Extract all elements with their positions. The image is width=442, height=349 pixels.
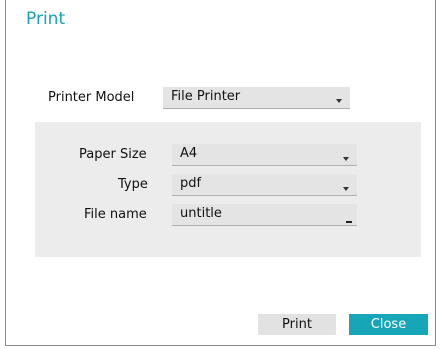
file-name-value: untitle xyxy=(180,206,222,221)
printer-model-select[interactable]: File Printer xyxy=(163,87,350,109)
file-name-input[interactable]: untitle xyxy=(172,204,357,226)
file-name-label: File name xyxy=(84,207,147,222)
chevron-down-icon xyxy=(343,187,349,191)
options-panel: Paper Size A4 Type pdf File name untitle xyxy=(35,122,421,257)
chevron-down-icon xyxy=(343,157,349,161)
type-value: pdf xyxy=(180,176,202,191)
dialog-title: Print xyxy=(26,9,66,29)
text-cursor-icon xyxy=(346,221,352,223)
print-button[interactable]: Print xyxy=(258,314,336,335)
type-select[interactable]: pdf xyxy=(172,174,357,196)
paper-size-label: Paper Size xyxy=(79,147,147,162)
chevron-down-icon xyxy=(336,99,342,103)
close-button[interactable]: Close xyxy=(349,314,428,335)
paper-size-value: A4 xyxy=(180,146,198,161)
printer-model-value: File Printer xyxy=(171,89,241,104)
printer-model-label: Printer Model xyxy=(48,90,135,105)
paper-size-select[interactable]: A4 xyxy=(172,144,357,166)
print-dialog: Print Printer Model File Printer Paper S… xyxy=(5,0,436,346)
type-label: Type xyxy=(118,177,148,192)
